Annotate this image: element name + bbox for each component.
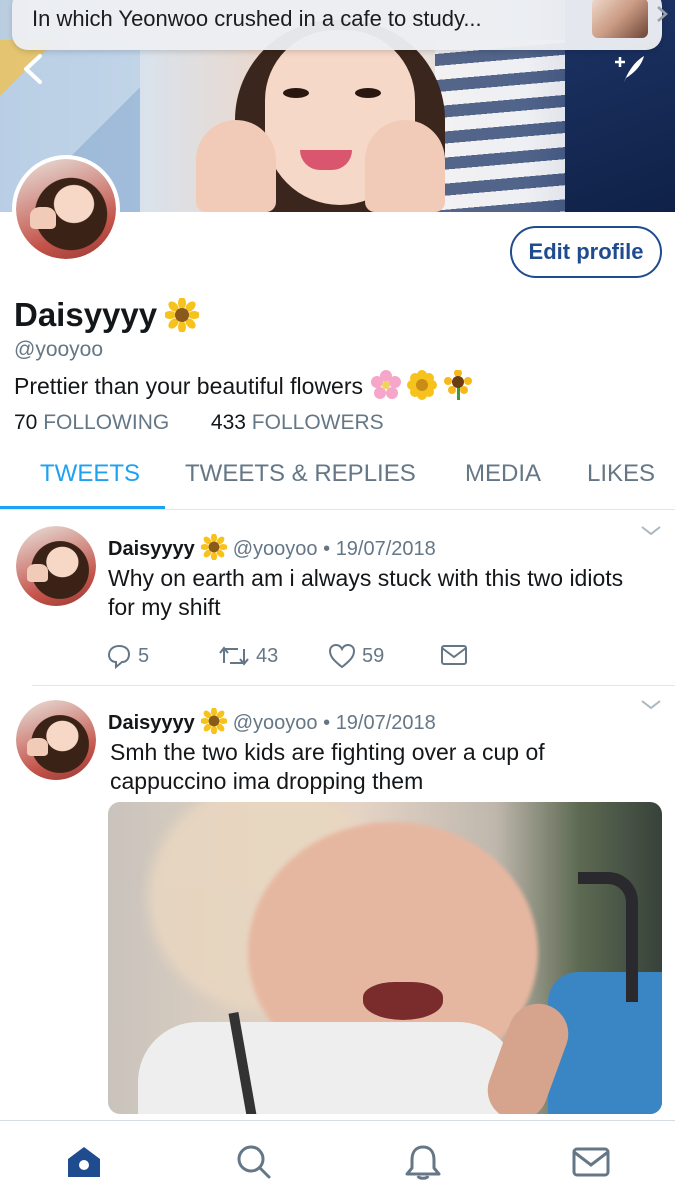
profile-handle: @yooyoo <box>14 338 104 361</box>
profile-avatar[interactable] <box>12 155 120 263</box>
like-button[interactable]: 59 <box>328 643 384 669</box>
tweet-text: Smh the two kids are fighting over a cup… <box>110 739 545 794</box>
sunflower-icon <box>199 533 228 566</box>
tab-tweets[interactable]: TWEETS <box>40 460 140 488</box>
tab-likes[interactable]: LIKES <box>587 460 655 488</box>
tweet-avatar[interactable] <box>16 700 96 780</box>
sunflower-icon <box>199 707 228 740</box>
tab-tweets-replies[interactable]: TWEETS & REPLIES <box>185 460 416 488</box>
direct-message-button[interactable] <box>440 643 468 667</box>
tweet-text: Why on earth am i always stuck with this… <box>108 565 624 620</box>
profile-tabs: TWEETS TWEETS & REPLIES MEDIA LIKES <box>0 452 675 510</box>
cherry-blossom-icon <box>371 370 402 399</box>
tweet-media-image[interactable] <box>108 802 662 1114</box>
envelope-icon <box>441 645 467 665</box>
notifications-icon[interactable] <box>403 1143 443 1181</box>
edit-profile-button[interactable]: Edit profile <box>510 226 662 278</box>
blossom-icon <box>407 370 438 400</box>
heart-icon <box>328 643 356 669</box>
home-icon[interactable] <box>64 1143 104 1181</box>
profile-bio: Prettier than your beautiful flowers <box>14 370 473 400</box>
reply-button[interactable]: 5 <box>106 643 149 669</box>
tweet-avatar[interactable] <box>16 526 96 606</box>
notification-banner[interactable]: In which Yeonwoo crushed in a cafe to st… <box>12 0 668 50</box>
following-link[interactable]: 70 FOLLOWING <box>14 411 175 434</box>
compose-tweet-icon[interactable] <box>612 52 648 86</box>
tweet-header: Daisyyyy @yooyoo • 19/07/2018 <box>108 707 436 740</box>
retweet-button[interactable]: 43 <box>218 643 278 669</box>
bottom-tab-bar <box>0 1120 675 1200</box>
tweet-divider <box>32 685 675 686</box>
messages-icon[interactable] <box>571 1143 611 1181</box>
notification-text: In which Yeonwoo crushed in a cafe to st… <box>32 6 482 31</box>
story-thumbnail-icon <box>592 0 648 38</box>
search-icon[interactable] <box>234 1143 274 1181</box>
tab-media[interactable]: MEDIA <box>465 460 541 488</box>
chevron-right-icon <box>657 6 668 22</box>
profile-name: Daisyyyy <box>14 296 201 340</box>
sunflower-icon <box>164 297 201 340</box>
active-tab-indicator <box>0 506 165 509</box>
sunflower-icon <box>444 370 473 400</box>
followers-link[interactable]: 433 FOLLOWERS <box>211 411 384 434</box>
follow-counts: 70 FOLLOWING 433 FOLLOWERS <box>14 411 384 435</box>
chevron-down-icon[interactable] <box>640 698 662 712</box>
retweet-icon <box>219 646 249 666</box>
tweet-actions: 5 43 59 <box>106 643 506 673</box>
chevron-down-icon[interactable] <box>640 524 662 538</box>
tweet-header: Daisyyyy @yooyoo • 19/07/2018 <box>108 533 436 566</box>
reply-icon <box>107 644 131 669</box>
chevron-left-icon[interactable] <box>18 52 52 86</box>
